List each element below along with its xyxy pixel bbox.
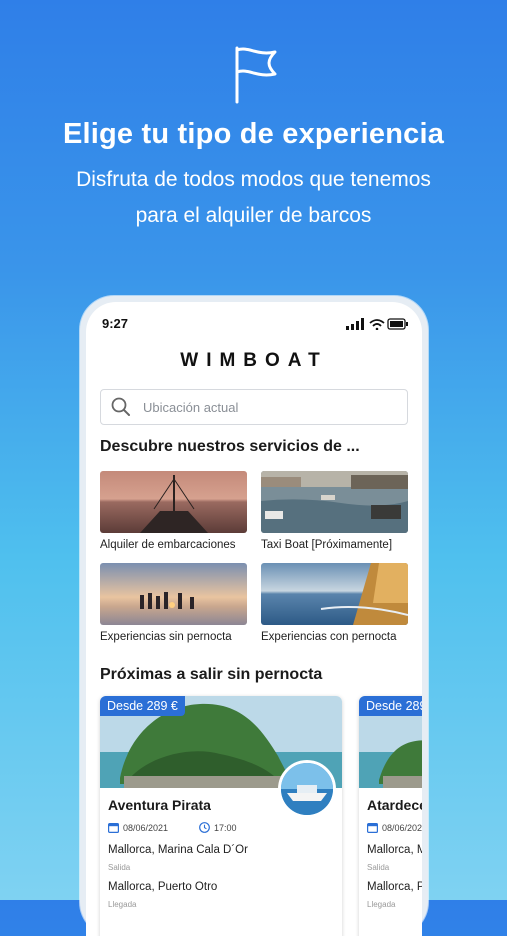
tour-image: Desde 289 € bbox=[359, 696, 422, 788]
calendar-icon bbox=[367, 823, 378, 833]
wimboat-logo: WIMBOAT bbox=[180, 350, 328, 371]
search-input[interactable] bbox=[141, 396, 395, 418]
upcoming-title: Próximas a salir sin pernocta bbox=[100, 666, 323, 683]
boat-avatar bbox=[278, 760, 336, 818]
price-badge: Desde 289 € bbox=[100, 696, 185, 716]
app-screen: 9:27 WIMBOAT Descubre nuest bbox=[86, 302, 422, 936]
price-badge: Desde 289 € bbox=[359, 696, 422, 716]
signal-icon bbox=[346, 318, 364, 330]
arrival-label: Llegada bbox=[108, 900, 137, 909]
services-title: Descubre nuestros servicios de ... bbox=[100, 438, 360, 455]
harbor-image bbox=[261, 471, 408, 533]
tour-time: 17:00 bbox=[199, 822, 237, 833]
tour-arrival: Mallorca, Puerto bbox=[367, 881, 422, 893]
tour-arrival: Mallorca, Puerto Otro bbox=[108, 881, 218, 893]
flag-icon bbox=[235, 46, 277, 104]
tour-date-text: 08/06/2021 bbox=[123, 822, 169, 833]
search-field[interactable] bbox=[100, 389, 408, 425]
tour-name: Atardecer bbox=[367, 797, 422, 813]
sailboat-image bbox=[100, 471, 247, 533]
boat-deck-image bbox=[261, 563, 408, 625]
departure-label: Salida bbox=[367, 863, 390, 872]
calendar-icon bbox=[108, 823, 119, 833]
promo-subtitle-line1: Disfruta de todos modos que tenemos bbox=[76, 168, 431, 191]
departure-label: Salida bbox=[108, 863, 131, 872]
service-card-no-overnight[interactable]: Experiencias sin pernocta bbox=[100, 563, 247, 643]
service-card-taxi-boat[interactable]: Taxi Boat [Próximamente] bbox=[261, 471, 408, 551]
tour-date: 08/06/2021 bbox=[108, 822, 168, 833]
tour-date: 08/06/2021 bbox=[367, 822, 422, 833]
tour-departure: Mallorca, Marina bbox=[367, 844, 422, 856]
phone-frame: 9:27 WIMBOAT Descubre nuest bbox=[80, 296, 428, 936]
service-label: Experiencias con pernocta bbox=[261, 631, 397, 643]
service-label: Alquiler de embarcaciones bbox=[100, 539, 236, 551]
tour-time-text: 17:00 bbox=[214, 822, 237, 833]
wifi-icon bbox=[369, 319, 385, 327]
tour-departure: Mallorca, Marina Cala D´Or bbox=[108, 844, 248, 856]
search-icon bbox=[111, 397, 130, 416]
tour-card[interactable]: Desde 289 € Aventura Pirata 08/06/2021 1… bbox=[100, 696, 342, 936]
service-label: Experiencias sin pernocta bbox=[100, 631, 232, 643]
tour-name: Aventura Pirata bbox=[108, 797, 211, 813]
tour-card[interactable]: Desde 289 € Atardecer 08/06/2021 Mallorc… bbox=[359, 696, 422, 936]
service-label: Taxi Boat [Próximamente] bbox=[261, 539, 393, 551]
beach-sunset-image bbox=[100, 563, 247, 625]
service-card-rental[interactable]: Alquiler de embarcaciones bbox=[100, 471, 247, 551]
clock-icon bbox=[199, 822, 210, 833]
promo-headline: Elige tu tipo de experiencia bbox=[62, 118, 445, 150]
battery-icon bbox=[387, 318, 408, 330]
promo-subtitle-line2: para el alquiler de barcos bbox=[135, 204, 372, 227]
arrival-label: Llegada bbox=[367, 900, 396, 909]
status-icons bbox=[346, 318, 408, 330]
tour-date-text: 08/06/2021 bbox=[382, 822, 422, 833]
status-time: 9:27 bbox=[102, 316, 129, 331]
service-card-overnight[interactable]: Experiencias con pernocta bbox=[261, 563, 408, 643]
